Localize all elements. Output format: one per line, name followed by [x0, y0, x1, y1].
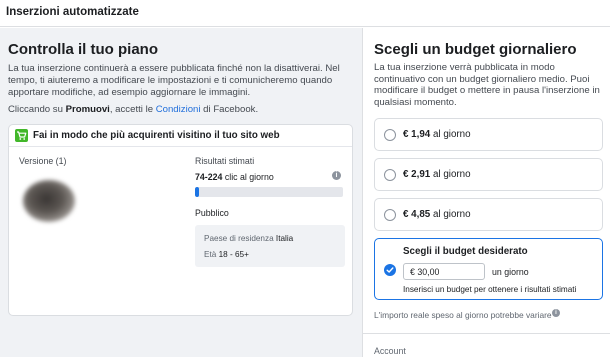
spend-note: L'importo reale speso al giorno potrebbe… — [374, 310, 552, 320]
custom-budget-title: Scegli il budget desiderato — [403, 246, 528, 257]
terms-text: Cliccando su Promuovi, accetti le Condiz… — [8, 104, 259, 115]
plan-panel: Controlla il tuo piano La tua inserzione… — [0, 28, 362, 357]
ad-preview-image — [23, 180, 75, 222]
budget-hint: Inserisci un budget per ottenere i risul… — [403, 285, 577, 294]
results-value: 74-224 clic al giorno — [195, 172, 274, 182]
budget-amount-input[interactable] — [403, 263, 485, 280]
audience-label: Pubblico — [195, 208, 229, 218]
budget-option-label: € 4,85 al giorno — [403, 209, 471, 220]
budget-option-2[interactable]: € 2,91 al giorno — [374, 158, 603, 191]
budget-description: La tua inserzione verrà pubblicata in mo… — [374, 62, 600, 108]
ad-summary-card: Fai in modo che più acquirenti visitino … — [8, 124, 353, 316]
results-progress-fill — [195, 187, 200, 197]
plan-description: La tua inserzione continuerà a essere pu… — [8, 63, 340, 99]
age-line: Età 18 - 65+ — [204, 250, 249, 259]
check-icon[interactable] — [384, 264, 396, 276]
dialog-title: Inserzioni automatizzate — [6, 6, 139, 18]
radio-button[interactable] — [384, 169, 396, 181]
plan-heading: Controlla il tuo piano — [8, 41, 158, 58]
radio-button[interactable] — [384, 129, 396, 141]
budget-option-label: € 1,94 al giorno — [403, 129, 471, 140]
info-icon[interactable]: i — [552, 309, 560, 317]
budget-unit-label: un giorno — [492, 267, 529, 277]
results-label: Risultati stimati — [195, 156, 255, 166]
residence-line: Paese di residenza Italia — [204, 234, 294, 243]
budget-heading: Scegli un budget giornaliero — [374, 41, 577, 58]
budget-option-3[interactable]: € 4,85 al giorno — [374, 198, 603, 231]
divider — [363, 333, 610, 334]
promote-label: Promuovi — [65, 104, 110, 115]
results-progress-bar — [195, 187, 343, 197]
shopping-cart-icon — [15, 129, 28, 142]
dialog-header: Inserzioni automatizzate — [0, 0, 610, 27]
budget-option-label: € 2,91 al giorno — [403, 169, 471, 180]
custom-budget-option[interactable]: Scegli il budget desiderato un giorno In… — [374, 238, 603, 300]
audience-box: Paese di residenza Italia Età 18 - 65+ — [195, 225, 345, 267]
goal-header: Fai in modo che più acquirenti visitino … — [9, 125, 352, 147]
info-icon[interactable]: i — [332, 171, 341, 180]
budget-option-1[interactable]: € 1,94 al giorno — [374, 118, 603, 151]
account-label: Account — [374, 346, 406, 356]
terms-link[interactable]: Condizioni — [156, 104, 201, 115]
radio-button[interactable] — [384, 209, 396, 221]
version-label: Versione (1) — [19, 156, 67, 166]
budget-panel: Scegli un budget giornaliero La tua inse… — [362, 28, 610, 357]
goal-label: Fai in modo che più acquirenti visitino … — [33, 130, 280, 141]
